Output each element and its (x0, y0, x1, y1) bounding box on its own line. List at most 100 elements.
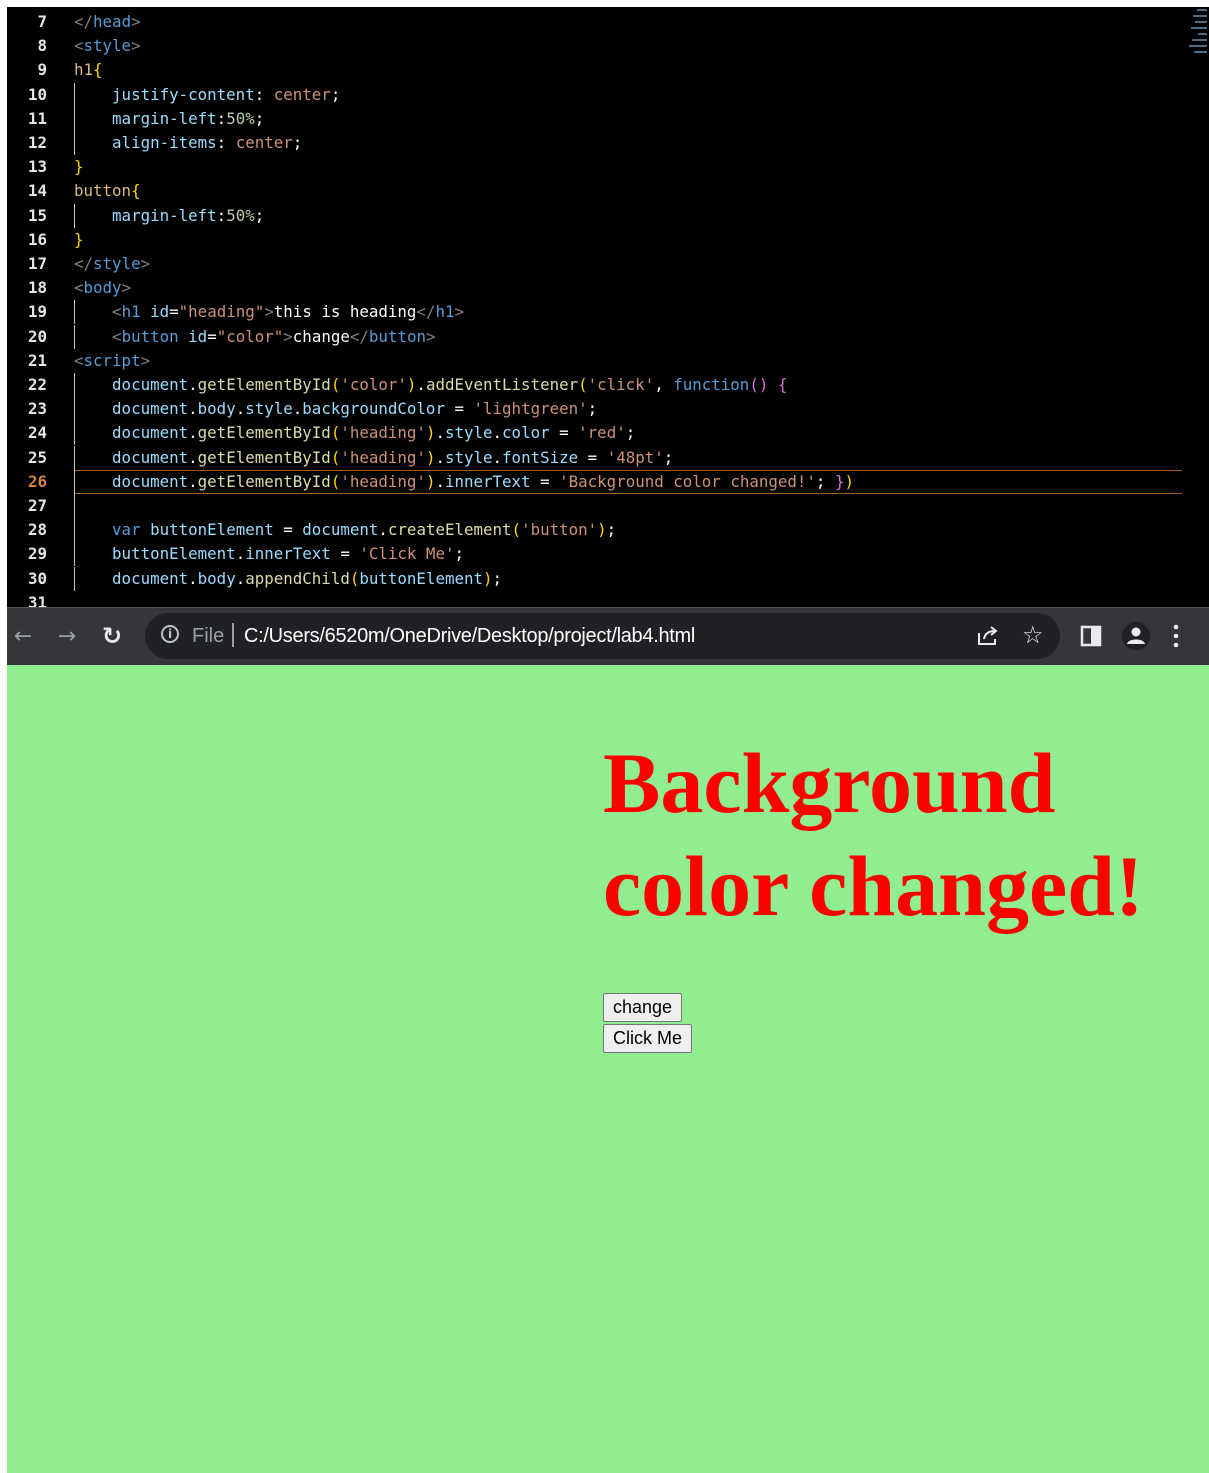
code-line[interactable]: 31 (7, 591, 1209, 607)
code-token: > (131, 12, 141, 31)
code-line[interactable]: 11 margin-left:50%; (7, 106, 1209, 131)
code-token: getElementById (197, 447, 331, 467)
code-line[interactable]: 25 document.getElementById('heading').st… (7, 445, 1209, 470)
code-token: 'lightgreen' (473, 399, 588, 419)
code-token: align-items (112, 133, 217, 152)
bookmark-star-icon[interactable]: ☆ (1022, 621, 1044, 649)
code-line[interactable]: 7 </head> (7, 10, 1209, 34)
code-token: ; (606, 520, 617, 540)
code-token: { (777, 375, 788, 394)
code-line[interactable]: 13} (7, 155, 1209, 179)
url-separator (232, 623, 234, 647)
code-token: ) (483, 568, 493, 588)
code-line[interactable]: 17 </style> (7, 252, 1209, 276)
code-token: ( (330, 447, 341, 467)
click-me-button[interactable]: Click Me (603, 1024, 693, 1053)
address-bar[interactable]: i File C:/Users/6520m/OneDrive/Desktop/p… (145, 613, 1060, 659)
code-token: 'click' (587, 375, 655, 394)
code-line[interactable]: 30 document.body.appendChild(buttonEleme… (7, 566, 1209, 591)
more-menu-icon[interactable] (1172, 623, 1180, 653)
code-text: margin-left:50%; (74, 107, 264, 131)
line-number: 7 (37, 12, 47, 31)
code-line[interactable]: 20 <button id="color">change</button> (7, 324, 1209, 349)
reload-button[interactable]: ↻ (96, 620, 128, 652)
code-token: . (492, 423, 503, 443)
line-number: 25 (27, 447, 47, 467)
code-token: < (112, 326, 122, 346)
line-number: 31 (27, 592, 47, 607)
code-token: style (83, 36, 132, 56)
code-token: innerText (245, 544, 331, 564)
code-token: () (749, 375, 769, 394)
code-token: . (235, 399, 246, 419)
code-token: center (235, 133, 293, 152)
code-token: script (83, 350, 141, 370)
back-button[interactable]: ← (7, 620, 39, 652)
code-line[interactable]: 27 (7, 494, 1209, 518)
code-token: > (140, 350, 151, 370)
back-arrow-icon: ← (13, 623, 33, 649)
code-line[interactable]: 29 buttonElement.innerText = 'Click Me'; (7, 542, 1209, 567)
code-token: > (121, 278, 132, 298)
code-line[interactable]: 26 document.getElementById('heading').in… (7, 469, 1209, 494)
code-token: > (425, 326, 436, 346)
code-line[interactable]: 8 <style> (7, 34, 1209, 58)
code-line[interactable]: 24 document.getElementById('heading').st… (7, 421, 1209, 446)
code-token: } (74, 229, 84, 249)
code-token: : (254, 84, 274, 104)
code-line[interactable]: 10 justify-content: center; (7, 82, 1209, 107)
line-number: 9 (37, 60, 47, 80)
code-token: justify-content (112, 84, 255, 104)
code-line[interactable]: 22 document.getElementById('color').addE… (7, 373, 1209, 397)
code-text: <style> (74, 34, 141, 58)
code-line[interactable]: 23 document.body.style.backgroundColor =… (7, 397, 1209, 422)
url-text[interactable]: C:/Users/6520m/OneDrive/Desktop/project/… (244, 625, 695, 648)
line-number: 19 (27, 302, 47, 322)
code-text: document.body.style.backgroundColor = 'l… (74, 397, 597, 421)
code-line[interactable]: 15 margin-left:50%; (7, 203, 1209, 228)
profile-avatar-icon[interactable] (1121, 621, 1151, 655)
line-number: 24 (27, 423, 47, 443)
code-token: > (140, 254, 151, 273)
code-line[interactable]: 9 h1{ (7, 58, 1209, 82)
code-line[interactable]: 28 var buttonElement = document.createEl… (7, 518, 1209, 543)
code-token: } (74, 157, 84, 177)
code-token: . (188, 399, 198, 419)
line-number: 14 (27, 181, 47, 201)
site-info-icon[interactable]: i (161, 625, 179, 643)
code-line[interactable]: 16} (7, 228, 1209, 252)
share-icon[interactable] (975, 623, 1001, 653)
code-line[interactable]: 18 <body> (7, 276, 1209, 300)
code-line[interactable]: 14 button{ (7, 179, 1209, 203)
code-token: 'red' (578, 423, 626, 443)
side-panel-icon[interactable] (1080, 625, 1102, 651)
code-line[interactable]: 12 align-items: center; (7, 131, 1209, 155)
code-token: id (188, 326, 208, 346)
line-number: 13 (27, 157, 47, 177)
code-token: . (188, 375, 198, 394)
change-button[interactable]: change (603, 993, 683, 1022)
code-editor[interactable]: 7 </head> 8 <style> 9 h1{10 justify-content: … (7, 7, 1209, 607)
code-token: . (435, 423, 445, 443)
code-line[interactable]: 21 <script> (7, 349, 1209, 373)
forward-button[interactable]: → (51, 620, 83, 652)
code-token: ) (844, 471, 854, 491)
code-token: . (292, 399, 303, 419)
code-token: > (283, 326, 293, 346)
code-token: . (188, 423, 198, 443)
code-line[interactable]: 19 <h1 id="heading">this is heading</h1> (7, 300, 1209, 325)
code-token: var (112, 520, 141, 540)
